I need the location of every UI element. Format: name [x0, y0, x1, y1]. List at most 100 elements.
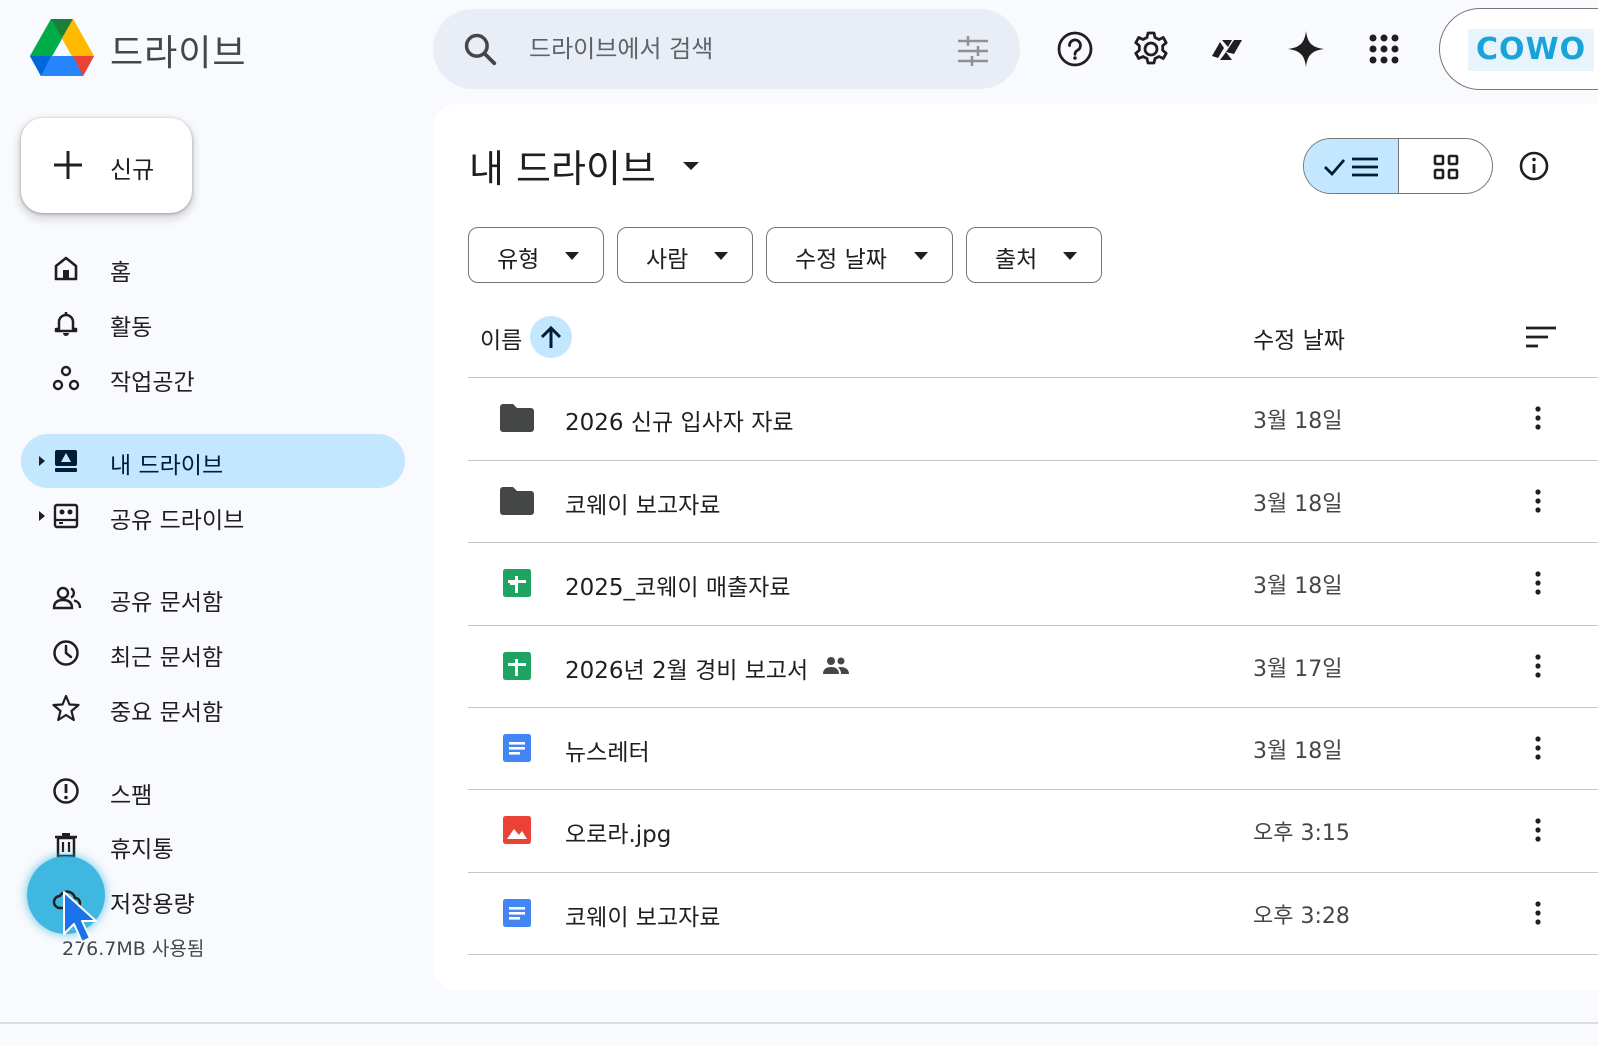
table-row[interactable]: 코웨이 보고자료 3월 18일 — [468, 461, 1598, 543]
google-sheets-icon — [499, 651, 535, 683]
search-options-icon[interactable] — [956, 36, 990, 66]
window-bottom-border — [0, 1022, 1598, 1024]
search-input[interactable] — [529, 27, 929, 71]
chevron-down-icon[interactable] — [681, 160, 701, 172]
file-modified-date: 3월 18일 — [1253, 574, 1343, 599]
table-row[interactable]: 2026 신규 입사자 자료 3월 18일 — [468, 378, 1598, 460]
more-options-icon[interactable] — [1520, 812, 1556, 848]
settings-icon[interactable] — [1128, 26, 1174, 72]
filter-chip-label: 유형 — [497, 247, 540, 273]
sidebar-item-label: 저장용량 — [110, 892, 195, 918]
column-header-name[interactable]: 이름 — [480, 321, 522, 355]
shared-drives-icon — [52, 502, 80, 530]
apps-grid-icon[interactable] — [1361, 26, 1407, 72]
list-view-button[interactable] — [1304, 139, 1399, 193]
drive-logo[interactable] — [30, 19, 94, 77]
more-options-icon[interactable] — [1520, 895, 1556, 931]
chevron-down-icon — [565, 252, 579, 260]
more-options-icon[interactable] — [1520, 565, 1556, 601]
google-docs-icon — [499, 898, 535, 930]
grid-view-button[interactable] — [1399, 139, 1492, 193]
table-row[interactable]: 오로라.jpg 오후 3:15 — [468, 790, 1598, 872]
sidebar-item-label: 스팸 — [110, 783, 153, 809]
sidebar-item-label: 내 드라이브 — [110, 453, 224, 479]
filter-chip-label: 사람 — [646, 247, 689, 273]
people-icon — [52, 584, 82, 612]
sidebar-item-workspaces[interactable]: 작업공간 — [21, 351, 405, 405]
image-file-icon — [499, 815, 535, 847]
home-icon — [52, 254, 80, 282]
file-name: 2025_코웨이 매출자료 — [565, 575, 791, 601]
sidebar-item-home[interactable]: 홈 — [21, 241, 405, 295]
sidebar-item-label: 홈 — [110, 260, 132, 286]
file-modified-date: 3월 18일 — [1253, 492, 1343, 517]
chevron-down-icon — [914, 252, 928, 260]
filter-modified-chip[interactable]: 수정 날짜 — [766, 227, 953, 283]
sidebar-item-label: 공유 문서함 — [110, 590, 224, 616]
mouse-cursor-icon — [62, 890, 106, 948]
sort-options-icon[interactable] — [1524, 325, 1558, 349]
file-modified-date: 3월 17일 — [1253, 657, 1343, 682]
checked-list-icon — [1324, 157, 1378, 177]
sidebar-item-my-drive[interactable]: 내 드라이브 — [21, 434, 405, 488]
column-header-modified[interactable]: 수정 날짜 — [1253, 321, 1345, 355]
file-modified-date: 3월 18일 — [1253, 739, 1343, 764]
sidebar-item-label: 활동 — [110, 315, 153, 341]
file-modified-date: 오후 3:28 — [1253, 904, 1350, 929]
sidebar-item-label: 최근 문서함 — [110, 645, 224, 671]
account-logo: COWO — [1468, 29, 1595, 71]
app-title: 드라이브 — [110, 33, 247, 74]
chevron-down-icon — [714, 252, 728, 260]
filter-source-chip[interactable]: 출처 — [966, 227, 1102, 283]
sort-direction-button[interactable] — [530, 316, 572, 358]
arrow-up-icon — [540, 325, 562, 348]
gemini-spark-icon[interactable] — [1283, 26, 1329, 72]
view-toggle[interactable] — [1303, 138, 1493, 194]
shared-people-icon — [822, 656, 850, 676]
sidebar-item-label: 중요 문서함 — [110, 700, 224, 726]
search-bar[interactable] — [433, 9, 1020, 89]
file-name: 뉴스레터 — [565, 740, 650, 766]
more-options-icon[interactable] — [1520, 730, 1556, 766]
spam-icon — [52, 777, 80, 805]
sidebar-item-shared-with-me[interactable]: 공유 문서함 — [21, 571, 405, 625]
more-options-icon[interactable] — [1520, 648, 1556, 684]
filter-people-chip[interactable]: 사람 — [617, 227, 753, 283]
folder-icon — [499, 403, 535, 435]
folder-icon — [499, 486, 535, 518]
account-button[interactable]: COWO — [1439, 8, 1598, 90]
sidebar-item-starred[interactable]: 중요 문서함 — [21, 681, 405, 735]
table-row[interactable]: 2025_코웨이 매출자료 3월 18일 — [468, 543, 1598, 625]
new-button[interactable]: 신규 — [21, 118, 192, 213]
file-modified-date: 오후 3:15 — [1253, 821, 1350, 846]
plus-icon — [51, 148, 85, 182]
table-row[interactable]: 뉴스레터 3월 18일 — [468, 708, 1598, 790]
google-docs-icon — [499, 733, 535, 765]
filter-type-chip[interactable]: 유형 — [468, 227, 604, 283]
sidebar-item-spam[interactable]: 스팸 — [21, 764, 405, 818]
my-drive-icon — [52, 447, 80, 475]
more-options-icon[interactable] — [1520, 483, 1556, 519]
bell-icon — [52, 309, 80, 337]
table-row[interactable]: 코웨이 보고자료 오후 3:28 — [468, 873, 1598, 955]
gemini-addon-icon[interactable] — [1204, 26, 1250, 72]
chevron-down-icon — [1063, 252, 1077, 260]
page-title[interactable]: 내 드라이브 — [469, 138, 656, 193]
table-row[interactable]: 2026년 2월 경비 보고서 3월 17일 — [468, 626, 1598, 708]
search-icon[interactable] — [461, 30, 499, 68]
sidebar-item-activity[interactable]: 활동 — [21, 296, 405, 350]
expand-caret-icon[interactable] — [37, 510, 47, 522]
file-name: 오로라.jpg — [565, 822, 672, 848]
workspaces-icon — [52, 364, 80, 392]
more-options-icon[interactable] — [1520, 400, 1556, 436]
sidebar-item-recent[interactable]: 최근 문서함 — [21, 626, 405, 680]
sidebar-item-label: 공유 드라이브 — [110, 508, 245, 534]
expand-caret-icon[interactable] — [37, 455, 47, 467]
info-icon[interactable] — [1516, 148, 1552, 184]
trash-icon — [52, 831, 80, 859]
grid-icon — [1433, 154, 1459, 180]
file-name: 2026 신규 입사자 자료 — [565, 410, 794, 436]
sidebar-item-shared-drives[interactable]: 공유 드라이브 — [21, 489, 405, 543]
help-icon[interactable] — [1052, 26, 1098, 72]
file-name: 코웨이 보고자료 — [565, 493, 721, 519]
